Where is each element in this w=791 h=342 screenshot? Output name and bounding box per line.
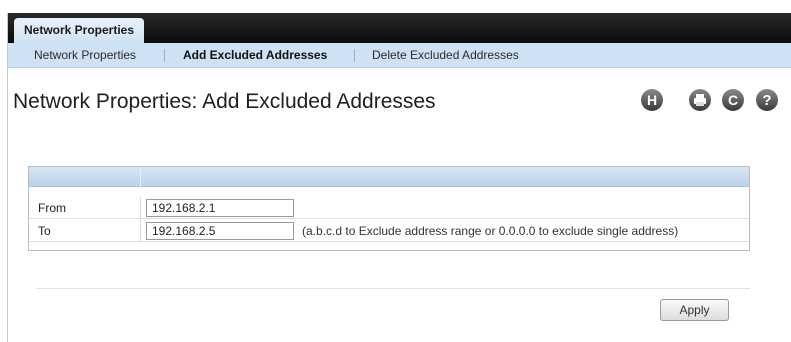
table-row: From: [29, 197, 749, 219]
subtab-network-properties[interactable]: Network Properties: [34, 43, 136, 67]
page-title: Network Properties: Add Excluded Address…: [13, 90, 436, 113]
table-row: To (a.b.c.d to Exclude address range or …: [29, 220, 749, 242]
subnav-separator: [164, 49, 165, 62]
save-icon[interactable]: H: [640, 88, 664, 112]
sub-navigation: Network Properties Add Excluded Addresse…: [8, 43, 791, 68]
save-glyph: H: [647, 92, 657, 108]
divider: [36, 288, 750, 289]
subnav-separator: [354, 49, 355, 62]
from-label: From: [38, 201, 66, 215]
to-label: To: [38, 224, 51, 238]
print-icon[interactable]: [688, 88, 712, 112]
excluded-address-table: From To (a.b.c.d to Exclude address rang…: [28, 166, 750, 251]
tab-network-properties[interactable]: Network Properties: [14, 18, 145, 43]
column-line: [140, 197, 141, 219]
help-icon[interactable]: ?: [755, 88, 779, 112]
from-address-input[interactable]: [146, 199, 294, 217]
subtab-add-excluded-addresses[interactable]: Add Excluded Addresses: [183, 43, 327, 67]
top-bar: Network Properties: [8, 13, 791, 43]
refresh-glyph: C: [728, 92, 738, 108]
help-glyph: ?: [762, 92, 771, 109]
header-column-separator: [140, 167, 141, 187]
refresh-icon[interactable]: C: [721, 88, 745, 112]
subtab-delete-excluded-addresses[interactable]: Delete Excluded Addresses: [372, 43, 519, 67]
column-line: [140, 220, 141, 242]
to-address-input[interactable]: [146, 222, 294, 240]
address-hint: (a.b.c.d to Exclude address range or 0.0…: [302, 224, 679, 238]
apply-button[interactable]: Apply: [660, 299, 729, 321]
table-header: [29, 167, 749, 187]
